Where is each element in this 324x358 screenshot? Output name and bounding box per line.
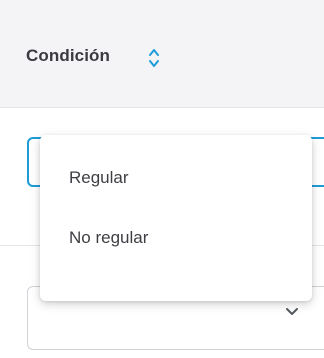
option-no-regular[interactable]: No regular xyxy=(69,228,148,248)
sort-icon[interactable] xyxy=(147,46,161,70)
dropdown-menu: Regular No regular xyxy=(40,135,312,301)
table-header: Condición xyxy=(0,0,324,108)
option-regular[interactable]: Regular xyxy=(69,168,129,188)
page: Condición Regular No regular xyxy=(0,0,324,358)
column-header-condicion[interactable]: Condición xyxy=(26,46,110,66)
chevron-down-icon[interactable] xyxy=(284,306,300,318)
